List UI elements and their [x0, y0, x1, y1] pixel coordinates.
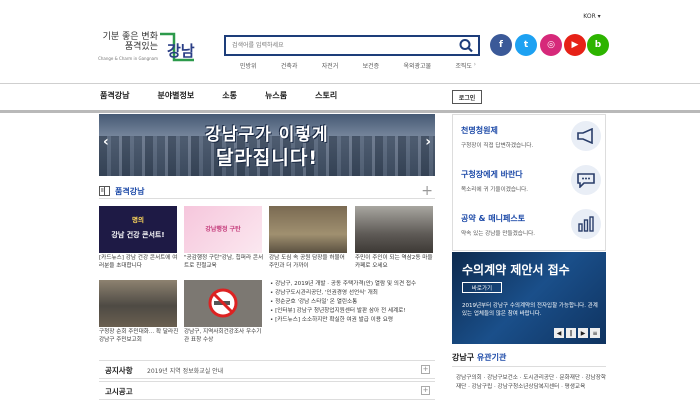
news-list-item[interactable]: • 강남구도시관리공단, '인권경영 선언식' 개최 [270, 289, 440, 298]
quick-link-mayor[interactable]: 구청장에게 바란다 목소리에 귀 기울이겠습니다. [461, 165, 601, 205]
news-thumbnail[interactable] [184, 280, 262, 327]
megaphone-icon [571, 121, 601, 151]
news-thumbnail[interactable]: 명의 강남 건강 콘서트! [99, 206, 177, 253]
instagram-icon[interactable]: ◎ [540, 34, 562, 56]
news-caption[interactable]: "공감행정 구탄"강남, 힙퍼라 콘서트로 친절교육 [184, 255, 264, 270]
quick-link-desc: 구청장이 직접 답변하겠습니다. [461, 143, 534, 149]
divider [99, 198, 435, 199]
popular-keywords: 민방위 건축과 자전거 보건증 옥외광고물 조직도 [240, 61, 472, 71]
logo-mark-text: 강남 [167, 42, 195, 60]
login-button[interactable]: 로그인 [452, 90, 482, 104]
chevron-left-icon[interactable]: ‹ [103, 134, 109, 150]
contract-desc: 2019년부터 강남구 수의계약의 전자입찰 가능합니다. 관계있는 업체들의 … [462, 303, 598, 317]
contract-banner[interactable]: 수의계약 제안서 접수 바로가기 2019년부터 강남구 수의계약의 전자입찰 … [452, 252, 606, 344]
nav-item-newsroom[interactable]: 뉴스룸 [265, 90, 287, 106]
nav-divider [0, 110, 700, 113]
news-list-item[interactable]: • [카드뉴스] 소소하지만 확실한 여권 발급 이용 요령 [270, 316, 440, 325]
blog-icon[interactable]: b [587, 34, 609, 56]
news-list: • 강남구, 2019년 개발 · 공동 주택가격(안) 열람 및 의견 접수 … [270, 280, 440, 325]
quick-link-desc: 목소리에 귀 기울이겠습니다. [461, 187, 529, 193]
thumbnail-overlay-text: 강남 건강 콘서트! [111, 231, 165, 239]
news-list-item[interactable]: • [인터뷰] 강남구 청년창업지원센터 발판 삼아 전 세계로! [270, 307, 440, 316]
news-caption[interactable]: 강남구, 지역사회건강조사 우수기관 표창 수상 [184, 329, 264, 344]
news-caption[interactable]: [카드뉴스] 강남 건강 콘서트에 여러분을 초대합니다 [99, 255, 179, 270]
facebook-icon[interactable]: f [490, 34, 512, 56]
notice-label: 고시공고 [105, 387, 133, 396]
twitter-icon[interactable]: t [515, 34, 537, 56]
book-icon [99, 186, 110, 196]
chevron-left-icon[interactable]: ‹ [460, 61, 462, 70]
keyword-link[interactable]: 자전거 [322, 61, 339, 71]
notice-label: 공지사항 [105, 366, 133, 375]
keyword-link[interactable]: 옥외광고물 [404, 61, 432, 71]
logo-mark: 강남 [160, 32, 195, 62]
plus-icon[interactable]: + [421, 365, 430, 374]
news-thumbnail[interactable] [355, 206, 433, 253]
banner-pager: ◀ ‖ ▶ ≡ [554, 328, 600, 338]
thumbnail-overlay-text: 강남행정 구탄 [205, 226, 241, 233]
logo[interactable]: 기분 좋은 변화 품격있는 Change & Charm in Gangnam … [98, 26, 203, 72]
main-nav: 품격강남 분야별정보 소통 뉴스룸 스토리 [100, 90, 365, 106]
related-orgs-list[interactable]: 강남구의회 · 강남구보건소 · 도시관리공단 · 문화재단 · 강남장학재단 … [456, 374, 608, 392]
notice-text[interactable]: 2019년 지역 정보화교실 안내 [147, 366, 223, 375]
chat-icon [571, 165, 601, 195]
news-thumbnail[interactable]: 강남행정 구탄 [184, 206, 262, 253]
go-button[interactable]: 바로가기 [462, 282, 502, 293]
contract-title: 수의계약 제안서 접수 [462, 263, 570, 277]
language-select[interactable]: KOR ▾ [577, 10, 607, 23]
news-caption[interactable]: 강남 도심 속 공원 담장을 허물어 주민과 더 가까이 [269, 255, 349, 270]
prev-icon[interactable]: ◀ [554, 328, 564, 338]
related-orgs: 강남구 유관기관 강남구의회 · 강남구보건소 · 도시관리공단 · 문화재단 … [452, 352, 606, 390]
no-smoking-icon [208, 288, 238, 318]
divider [0, 83, 700, 84]
quick-links-panel: 천명청원제 구청장이 직접 답변하겠습니다. 구청장에게 바란다 목소리에 귀 … [452, 114, 606, 251]
news-thumbnail[interactable] [99, 280, 177, 327]
news-list-item[interactable]: • 정순균호 '강남 스타일' 온 열린소통 [270, 298, 440, 307]
thumbnail-overlay-text: 명의 [132, 216, 144, 224]
plus-icon[interactable]: + [421, 183, 433, 199]
next-icon[interactable]: ▶ [578, 328, 588, 338]
chevron-right-icon[interactable]: › [474, 61, 476, 70]
main-banner[interactable]: 강남구가 이렇게 달라집니다! ‹ › [99, 114, 435, 176]
notice-row[interactable]: 고시공고 + [99, 381, 435, 400]
news-caption[interactable]: 구청장 순회 주민대화... 확 달라진 강남구 주민보고회 [99, 329, 179, 344]
keyword-link[interactable]: 민방위 [240, 61, 257, 71]
search-input[interactable] [226, 37, 446, 54]
search-icon[interactable] [458, 38, 474, 53]
chevron-right-icon[interactable]: › [425, 134, 431, 150]
quick-link-manifesto[interactable]: 공약 & 매니페스토 약속 있는 강남을 만들겠습니다. [461, 209, 601, 249]
notice-row[interactable]: 공지사항 2019년 지역 정보화교실 안내 + [99, 360, 435, 379]
nav-item-field-info[interactable]: 분야별정보 [157, 90, 194, 106]
nav-item-communication[interactable]: 소통 [222, 90, 237, 106]
logo-slogan-line1: 기분 좋은 변화 [102, 32, 158, 42]
banner-title-line1: 강남구가 이렇게 [205, 125, 329, 145]
keyword-link[interactable]: 건축과 [281, 61, 298, 71]
banner-title-line2: 달라집니다! [215, 147, 319, 169]
keyword-link[interactable]: 보건증 [363, 61, 380, 71]
divider [452, 366, 606, 367]
logo-subtitle: Change & Charm in Gangnam [98, 56, 158, 61]
quick-link-title: 공약 & 매니페스토 [461, 214, 526, 223]
youtube-icon[interactable]: ▶ [564, 34, 586, 56]
nav-item-story[interactable]: 스토리 [315, 90, 337, 106]
news-caption[interactable]: 주민이 주인이 되는 역삼2동 마을카페로 오세요 [355, 255, 435, 270]
section-header: 품격강남 + [99, 183, 435, 199]
quick-link-title: 구청장에게 바란다 [461, 170, 523, 179]
keyword-nav: ‹ › [460, 61, 476, 70]
quick-link-title: 천명청원제 [461, 126, 498, 135]
news-list-item[interactable]: • 강남구, 2019년 개발 · 공동 주택가격(안) 열람 및 의견 접수 [270, 280, 440, 289]
menu-icon[interactable]: ≡ [590, 328, 600, 338]
logo-slogan-line2: 품격있는 [124, 42, 158, 52]
nav-item-pumgyeok[interactable]: 품격강남 [100, 90, 129, 106]
search-box[interactable] [224, 35, 480, 56]
quick-link-desc: 약속 있는 강남을 만들겠습니다. [461, 231, 536, 237]
bar-chart-icon [571, 209, 601, 239]
news-thumbnail[interactable] [269, 206, 347, 253]
pause-icon[interactable]: ‖ [566, 328, 576, 338]
quick-link-petition[interactable]: 천명청원제 구청장이 직접 답변하겠습니다. [461, 121, 601, 161]
section-title: 품격강남 [115, 187, 145, 196]
related-orgs-title: 강남구 유관기관 [452, 353, 507, 362]
